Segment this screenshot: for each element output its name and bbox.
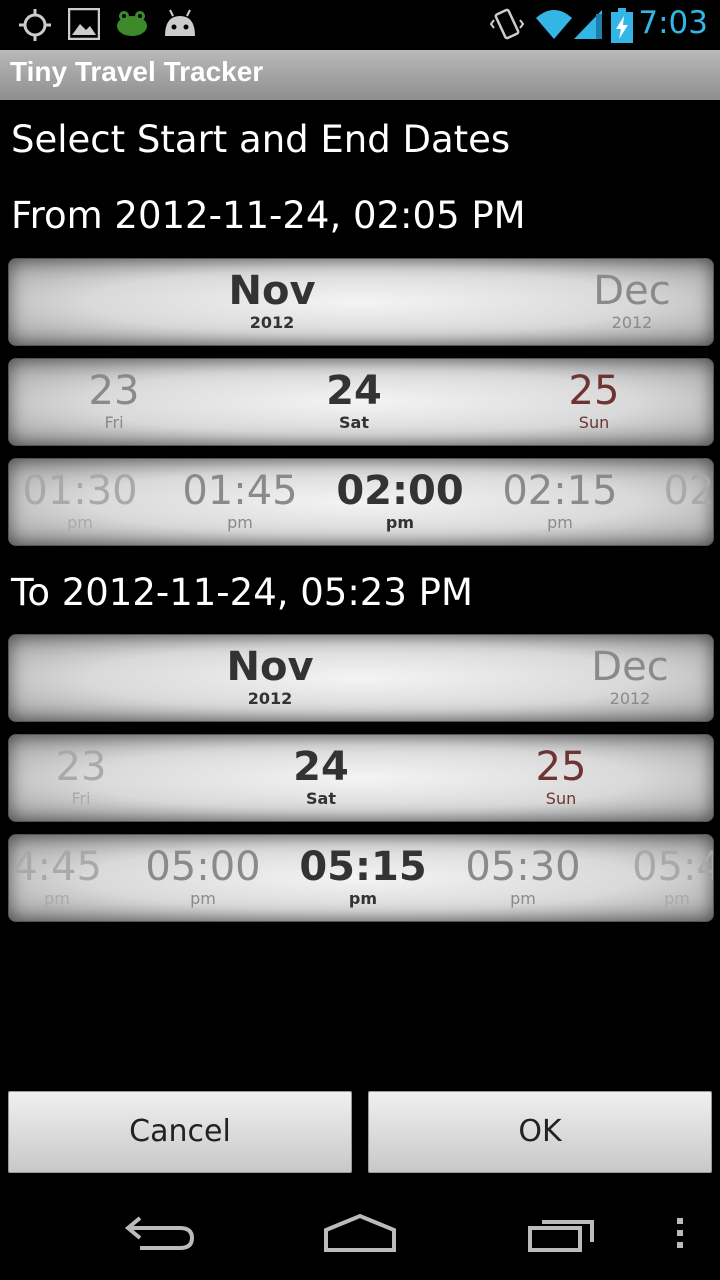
wheel-item[interactable]: 02 xyxy=(664,459,713,545)
wheel-item[interactable]: 01:45 pm xyxy=(182,459,297,545)
gps-icon xyxy=(19,9,51,41)
app-title: Tiny Travel Tracker xyxy=(10,56,264,87)
wheel-item[interactable]: Dec 2012 xyxy=(591,635,668,721)
back-icon[interactable] xyxy=(122,1212,196,1252)
from-month-wheel[interactable]: Nov 2012 Dec 2012 xyxy=(8,258,714,346)
wheel-item[interactable]: 05:4 pm xyxy=(632,835,713,921)
wheel-item[interactable]: 23 Fri xyxy=(56,735,107,821)
wheel-item[interactable]: 05:30 pm xyxy=(465,835,580,921)
wheel-item[interactable]: 02:15 pm xyxy=(502,459,617,545)
ok-button[interactable]: OK xyxy=(368,1091,712,1173)
wifi-icon xyxy=(536,10,572,39)
home-icon[interactable] xyxy=(322,1212,398,1254)
frog-app-icon xyxy=(117,11,147,36)
dialog-heading: Select Start and End Dates xyxy=(11,118,511,161)
gallery-icon xyxy=(68,8,100,40)
to-time-wheel[interactable]: 4:45 pm 05:00 pm 05:15 pm 05:30 pm 05:4 … xyxy=(8,834,714,922)
wheel-item[interactable]: Nov 2012 xyxy=(228,259,315,345)
wheel-item[interactable]: 4:45 pm xyxy=(12,835,102,921)
to-day-wheel[interactable]: 23 Fri 24 Sat 25 Sun xyxy=(8,734,714,822)
recent-apps-icon[interactable] xyxy=(526,1214,598,1254)
app-title-bar: Tiny Travel Tracker xyxy=(0,50,720,100)
status-bar: 7:03 xyxy=(0,0,720,50)
overflow-menu-icon[interactable] xyxy=(674,1216,686,1250)
android-icon xyxy=(165,9,195,36)
cancel-button[interactable]: Cancel xyxy=(8,1091,352,1173)
to-date-label: To 2012-11-24, 05:23 PM xyxy=(11,571,473,614)
vibrate-icon xyxy=(490,8,524,40)
wheel-item[interactable]: 25 Sun xyxy=(536,735,587,821)
wheel-item[interactable]: 01:30 pm xyxy=(22,459,137,545)
wheel-item[interactable]: 05:15 pm xyxy=(299,835,426,921)
signal-icon xyxy=(574,10,602,39)
wheel-item[interactable]: 23 Fri xyxy=(89,359,140,445)
wheel-item[interactable]: 02:00 pm xyxy=(336,459,463,545)
from-day-wheel[interactable]: 23 Fri 24 Sat 25 Sun xyxy=(8,358,714,446)
to-month-wheel[interactable]: Nov 2012 Dec 2012 xyxy=(8,634,714,722)
status-clock: 7:03 xyxy=(638,5,708,41)
from-time-wheel[interactable]: 01:30 pm 01:45 pm 02:00 pm 02:15 pm 02 xyxy=(8,458,714,546)
wheel-item[interactable]: Nov 2012 xyxy=(226,635,313,721)
wheel-item[interactable]: Dec 2012 xyxy=(593,259,670,345)
from-date-label: From 2012-11-24, 02:05 PM xyxy=(11,194,526,237)
wheel-item[interactable]: 05:00 pm xyxy=(145,835,260,921)
wheel-item[interactable]: 25 Sun xyxy=(569,359,620,445)
wheel-item[interactable]: 24 Sat xyxy=(326,359,382,445)
battery-charging-icon xyxy=(611,8,633,43)
navigation-bar xyxy=(0,1186,720,1280)
wheel-item[interactable]: 24 Sat xyxy=(293,735,349,821)
